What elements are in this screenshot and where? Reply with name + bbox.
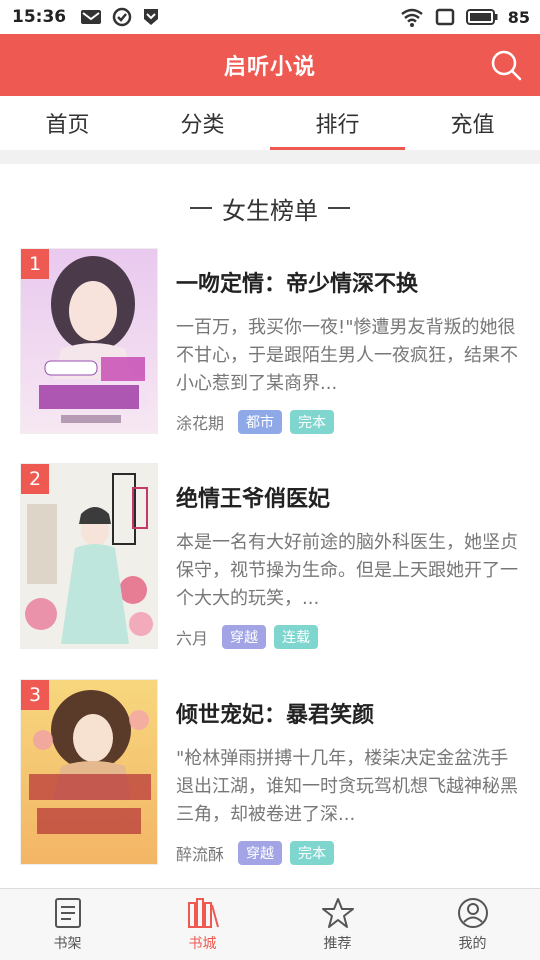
book-title[interactable]: 一吻定情：帝少情深不换 — [176, 266, 520, 298]
bookshelf-icon — [54, 897, 81, 928]
book-item[interactable]: 1 一吻定情：帝少情深不换 一百万，我买你一夜!"惨遭男友背叛的她很不甘心，于是… — [20, 248, 520, 434]
genre-tag: 都市 — [238, 410, 283, 434]
book-item[interactable]: 2 绝情王爷俏医妃 本是一名有大好前途的脑外科医生，她坚贞保守，视节操为生命。但… — [20, 463, 520, 649]
tab-bar: 首页 分类 排行 充值 — [0, 96, 540, 150]
tab-category[interactable]: 分类 — [135, 96, 270, 150]
check-circle-icon — [112, 7, 132, 27]
book-cover[interactable]: 1 — [20, 248, 158, 434]
status-tag: 完本 — [290, 410, 335, 434]
app-header: 启听小说 — [0, 34, 540, 96]
nav-label: 我的 — [458, 935, 487, 952]
section-title: 女生榜单 — [222, 196, 318, 225]
nav-label: 书架 — [53, 935, 82, 952]
nav-label: 书城 — [188, 935, 217, 952]
book-cover[interactable]: 2 — [20, 463, 158, 649]
mail-icon — [81, 10, 102, 24]
screen-rotation-icon — [435, 8, 454, 26]
heading-dash-left — [190, 207, 212, 209]
shield-icon — [144, 9, 159, 25]
nav-label: 推荐 — [323, 935, 352, 952]
status-tag: 连载 — [274, 625, 319, 649]
star-icon — [321, 897, 354, 928]
status-tag: 完本 — [290, 841, 335, 865]
tab-label: 排行 — [315, 113, 360, 138]
genre-tag: 穿越 — [222, 625, 267, 649]
tab-recharge[interactable]: 充值 — [405, 96, 540, 150]
rank-badge: 2 — [21, 464, 49, 494]
book-author: 六月 — [176, 629, 209, 648]
book-title[interactable]: 绝情王爷俏医妃 — [176, 481, 520, 513]
book-author: 涂花期 — [176, 414, 225, 433]
search-button[interactable] — [488, 47, 524, 83]
tab-label: 分类 — [180, 113, 225, 138]
book-meta: 涂花期 都市 完本 — [176, 410, 520, 434]
notification-icons — [80, 7, 160, 27]
user-icon — [457, 897, 488, 928]
heading-dash-right — [328, 207, 350, 209]
book-item[interactable]: 3 倾世宠妃：暴君笑颜 "枪林弹雨拼搏十几年，楼柒决定金盆洗手退出江湖，谁知一时… — [20, 679, 520, 865]
status-bar: 15:36 85 — [0, 0, 540, 34]
status-time: 15:36 — [12, 7, 67, 27]
rank-badge: 1 — [21, 249, 49, 279]
nav-bookstore[interactable]: 书城 — [135, 889, 270, 960]
divider — [0, 150, 540, 164]
tab-home[interactable]: 首页 — [0, 96, 135, 150]
battery-icon — [465, 9, 498, 25]
book-meta: 六月 穿越 连载 — [176, 625, 520, 649]
tab-label: 首页 — [45, 113, 90, 138]
battery-level: 85 — [507, 7, 530, 27]
wifi-icon — [400, 8, 423, 27]
book-cover[interactable]: 3 — [20, 679, 158, 865]
book-author: 醉流酥 — [176, 845, 225, 864]
tab-ranking[interactable]: 排行 — [270, 96, 405, 150]
tab-label: 充值 — [450, 113, 495, 138]
bookstore-icon — [187, 897, 219, 928]
rank-badge: 3 — [21, 680, 49, 710]
book-info: 一吻定情：帝少情深不换 一百万，我买你一夜!"惨遭男友背叛的她很不甘心，于是跟陌… — [176, 248, 520, 434]
book-description: 本是一名有大好前途的脑外科医生，她坚贞保守，视节操为生命。但是上天跟她开了一个大… — [176, 532, 518, 609]
book-title[interactable]: 倾世宠妃：暴君笑颜 — [176, 697, 520, 729]
nav-bookshelf[interactable]: 书架 — [0, 889, 135, 960]
nav-profile[interactable]: 我的 — [405, 889, 540, 960]
book-info: 绝情王爷俏医妃 本是一名有大好前途的脑外科医生，她坚贞保守，视节操为生命。但是上… — [176, 463, 520, 649]
book-info: 倾世宠妃：暴君笑颜 "枪林弹雨拼搏十几年，楼柒决定金盆洗手退出江湖，谁知一时贪玩… — [176, 679, 520, 865]
genre-tag: 穿越 — [238, 841, 283, 865]
nav-recommend[interactable]: 推荐 — [270, 889, 405, 960]
book-meta: 醉流酥 穿越 完本 — [176, 841, 520, 865]
book-description: 一百万，我买你一夜!"惨遭男友背叛的她很不甘心，于是跟陌生男人一夜疯狂，结果不小… — [176, 317, 518, 394]
search-icon — [491, 50, 522, 81]
system-icons: 85 — [400, 7, 530, 27]
bottom-nav: 书架 书城 推荐 我的 — [0, 888, 540, 960]
section-heading: 女生榜单 — [0, 186, 540, 230]
book-description: "枪林弹雨拼搏十几年，楼柒决定金盆洗手退出江湖，谁知一时贪玩驾机想飞越神秘黑三角… — [176, 748, 518, 825]
app-title: 启听小说 — [223, 55, 316, 80]
